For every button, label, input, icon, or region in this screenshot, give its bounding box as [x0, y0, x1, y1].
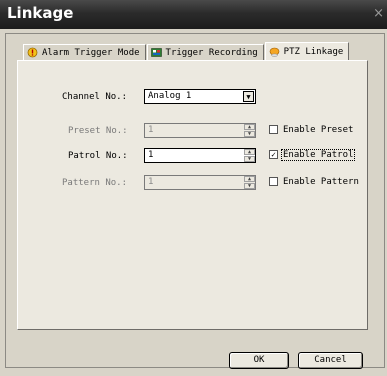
enable-patrol-label[interactable]: Enable Patrol — [281, 149, 356, 161]
patrol-stepper[interactable]: 1 ▲ ▼ — [144, 148, 256, 163]
record-icon — [150, 48, 162, 57]
patrol-label: Patrol No.: — [68, 151, 128, 161]
pattern-label: Pattern No.: — [62, 178, 128, 188]
tab-strip: Alarm Trigger Mode Trigger Recording PTZ… — [23, 42, 350, 62]
alarm-bell-icon — [27, 47, 38, 58]
title-bar[interactable]: Linkage × — [0, 0, 387, 29]
stepper-down-icon[interactable]: ▼ — [244, 131, 255, 137]
pattern-stepper[interactable]: 1 ▲ ▼ — [144, 175, 256, 190]
channel-label: Channel No.: — [62, 92, 128, 102]
stepper-down-icon[interactable]: ▼ — [244, 183, 255, 189]
stepper-up-icon[interactable]: ▲ — [244, 124, 255, 130]
stepper-up-icon[interactable]: ▲ — [244, 149, 255, 155]
enable-preset-label[interactable]: Enable Preset — [283, 125, 353, 135]
tab-label: Alarm Trigger Mode — [42, 47, 140, 58]
enable-pattern-label[interactable]: Enable Pattern — [283, 177, 359, 187]
close-icon[interactable]: × — [373, 6, 384, 21]
enable-preset-checkbox[interactable] — [269, 125, 278, 134]
tab-label: Trigger Recording — [165, 47, 258, 58]
channel-select[interactable]: Analog 1 ▼ — [144, 89, 256, 104]
tab-alarm-trigger-mode[interactable]: Alarm Trigger Mode — [23, 44, 146, 61]
ptz-camera-icon — [269, 47, 279, 57]
pattern-value: 1 — [148, 177, 154, 187]
tab-ptz-linkage[interactable]: PTZ Linkage — [264, 42, 350, 62]
chevron-down-icon[interactable]: ▼ — [243, 91, 254, 102]
stepper-up-icon[interactable]: ▲ — [244, 176, 255, 182]
window-title: Linkage — [7, 4, 74, 22]
enable-patrol-checkbox[interactable]: ✓ — [269, 150, 278, 159]
patrol-value: 1 — [148, 150, 154, 160]
preset-value: 1 — [148, 125, 154, 135]
enable-pattern-checkbox[interactable] — [269, 177, 278, 186]
tab-trigger-recording[interactable]: Trigger Recording — [146, 44, 264, 61]
channel-select-value: Analog 1 — [148, 91, 192, 101]
stepper-down-icon[interactable]: ▼ — [244, 156, 255, 162]
cancel-button[interactable]: Cancel — [298, 352, 363, 369]
preset-label: Preset No.: — [68, 126, 128, 136]
preset-stepper[interactable]: 1 ▲ ▼ — [144, 123, 256, 138]
ok-button[interactable]: OK — [229, 352, 289, 369]
tab-label: PTZ Linkage — [283, 47, 344, 57]
